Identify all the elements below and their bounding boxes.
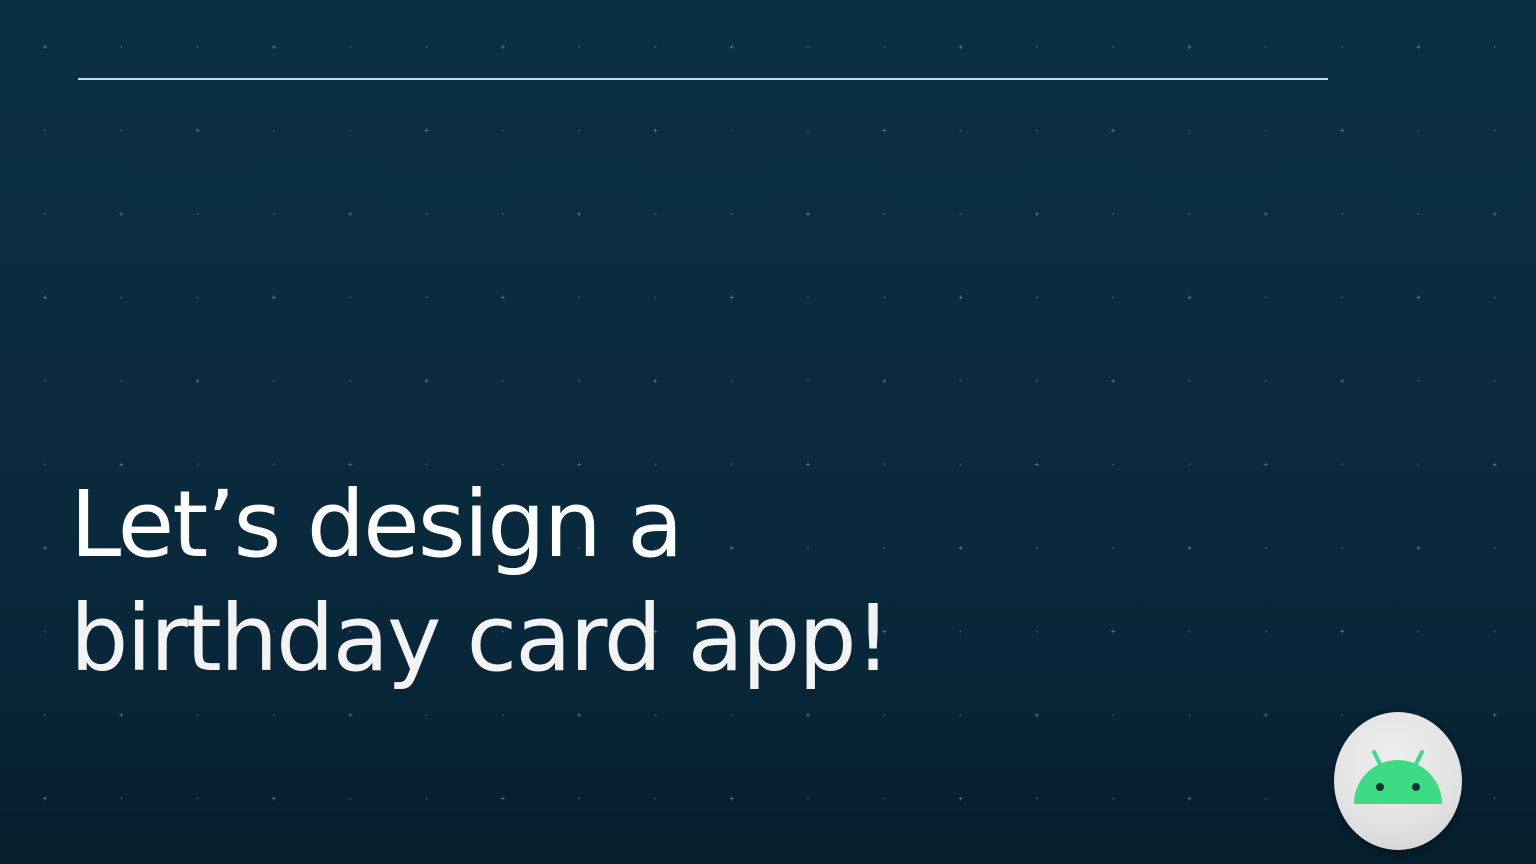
slide-title-line-2: birthday card app! [70, 585, 892, 692]
top-divider-line [78, 78, 1328, 80]
slide-title: Let’s design a birthday card app! [70, 468, 1070, 696]
android-robot-icon [1354, 750, 1442, 804]
slide-title-line-1: Let’s design a [70, 471, 684, 578]
android-logo-badge [1334, 712, 1462, 850]
dot-grid-background [43, 45, 1497, 801]
title-slide: Let’s design a birthday card app! [0, 0, 1536, 864]
